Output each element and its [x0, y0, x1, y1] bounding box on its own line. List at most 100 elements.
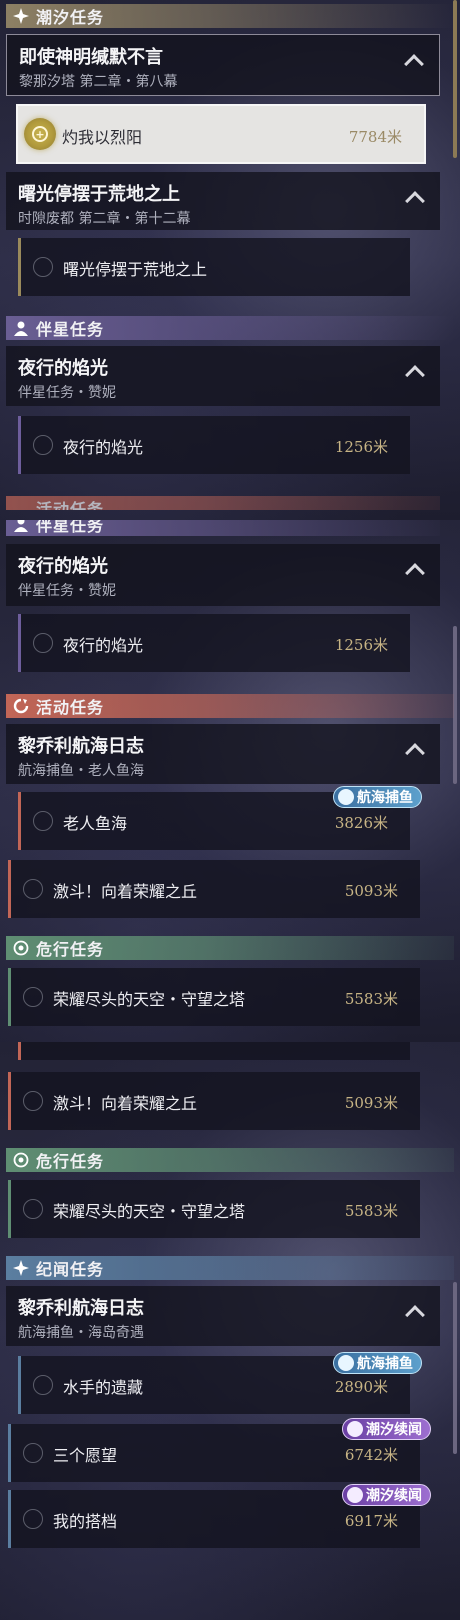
quest-group-subtitle: 伴星任务・赞妮	[18, 385, 116, 401]
tag-label: 潮汐续闻	[366, 1488, 422, 1504]
radio-circle[interactable]	[23, 1443, 43, 1463]
category-tide-quests: 潮汐任务	[6, 4, 454, 28]
quest-group-subtitle: 航海捕鱼・海岛奇遇	[18, 1325, 144, 1341]
quest-item-name: 水手的遗藏	[63, 1378, 144, 1397]
quest-item[interactable]: 激斗！向着荣耀之丘 5093米	[8, 860, 420, 918]
quest-item-name: 荣耀尽头的天空・守望之塔	[53, 990, 246, 1009]
swirl-icon	[12, 499, 30, 510]
fishing-tag: 航海捕鱼	[333, 1352, 422, 1374]
chevron-up-icon[interactable]	[405, 563, 425, 583]
category-label: 伴星任务	[36, 520, 105, 535]
quest-distance: 5583米	[344, 1202, 398, 1220]
quest-distance: 1256米	[334, 438, 388, 456]
quest-item[interactable]: 激斗！向着荣耀之丘 5093米	[8, 1072, 420, 1130]
category-label: 活动任务	[36, 698, 105, 717]
fishing-icon	[338, 1355, 354, 1371]
category-danger-quests: 危行任务	[6, 1148, 454, 1172]
quest-group-header[interactable]: 曙光停摆于荒地之上 时隙废都 第二章・第十二幕	[6, 172, 440, 230]
category-label: 纪闻任务	[36, 1260, 105, 1279]
tide-story-icon	[347, 1421, 363, 1437]
person-icon	[12, 319, 30, 337]
quest-group-header[interactable]: 黎乔利航海日志 航海捕鱼・海岛奇遇	[6, 1286, 440, 1346]
chevron-up-icon[interactable]	[405, 1305, 425, 1325]
radio-circle[interactable]	[33, 811, 53, 831]
quest-item-name: 灼我以烈阳	[62, 128, 143, 147]
chevron-up-icon[interactable]	[404, 54, 424, 74]
radio-circle[interactable]	[23, 1091, 43, 1111]
fishing-tag: 航海捕鱼	[333, 786, 422, 808]
quest-group-subtitle: 航海捕鱼・老人鱼海	[18, 763, 144, 779]
person-icon	[12, 520, 30, 533]
quest-distance: 2890米	[334, 1378, 388, 1396]
sparkle-icon	[12, 1259, 30, 1277]
category-event-quests: 活动任务	[6, 694, 454, 718]
quest-group-title: 黎乔利航海日志	[18, 1298, 144, 1319]
quest-group-subtitle: 黎那汐塔 第二章・第八幕	[19, 74, 178, 90]
quest-item-name: 激斗！向着荣耀之丘	[53, 882, 198, 901]
quest-item-name: 荣耀尽头的天空・守望之塔	[53, 1202, 246, 1221]
quest-item-name: 我的搭档	[53, 1512, 118, 1531]
tide-story-icon	[347, 1487, 363, 1503]
radio-circle[interactable]	[23, 1509, 43, 1529]
tag-label: 航海捕鱼	[357, 1356, 413, 1372]
tag-label: 潮汐续闻	[366, 1422, 422, 1438]
warning-eye-icon	[12, 939, 30, 957]
scrollbar[interactable]	[453, 1282, 457, 1454]
quest-group-title: 夜行的焰光	[18, 556, 108, 577]
quest-group-header[interactable]: 即使神明缄默不言 黎那汐塔 第二章・第八幕	[6, 34, 440, 96]
quest-item[interactable]: 夜行的焰光 1256米	[18, 416, 410, 474]
quest-item[interactable]: 荣耀尽头的天空・守望之塔 5583米	[8, 1180, 420, 1238]
radio-circle[interactable]	[33, 435, 53, 455]
quest-item-name: 曙光停摆于荒地之上	[63, 260, 208, 279]
sparkle-icon	[12, 7, 30, 25]
tag-label: 航海捕鱼	[357, 790, 413, 806]
radio-circle[interactable]	[23, 987, 43, 1007]
category-companion-quests-partial: 伴星任务	[6, 520, 440, 536]
chevron-up-icon[interactable]	[405, 191, 425, 211]
warning-eye-icon	[12, 1151, 30, 1169]
category-label: 潮汐任务	[36, 8, 105, 27]
chevron-up-icon[interactable]	[405, 743, 425, 763]
category-label: 伴星任务	[36, 320, 105, 339]
category-label: 活动任务	[36, 500, 105, 510]
quest-panel-1: 潮汐任务 即使神明缄默不言 黎那汐塔 第二章・第八幕 + 灼我以烈阳 7784米…	[0, 0, 460, 520]
quest-group-title: 曙光停摆于荒地之上	[18, 184, 180, 205]
quest-item-tracked[interactable]: + 灼我以烈阳 7784米	[16, 104, 426, 164]
fishing-icon	[338, 789, 354, 805]
category-danger-quests: 危行任务	[6, 936, 454, 960]
quest-item[interactable]: 夜行的焰光 1256米	[18, 614, 410, 672]
quest-item[interactable]: 曙光停摆于荒地之上	[18, 238, 410, 296]
quest-group-subtitle: 伴星任务・赞妮	[18, 583, 116, 599]
quest-group-header[interactable]: 夜行的焰光 伴星任务・赞妮	[6, 346, 440, 406]
quest-distance: 7784米	[348, 128, 402, 146]
quest-distance: 6917米	[344, 1512, 398, 1530]
quest-group-title: 夜行的焰光	[18, 358, 108, 379]
quest-item-name: 老人鱼海	[63, 814, 128, 833]
quest-distance: 5583米	[344, 990, 398, 1008]
radio-circle[interactable]	[23, 879, 43, 899]
quest-item-name: 夜行的焰光	[63, 636, 144, 655]
radio-circle[interactable]	[33, 1375, 53, 1395]
quest-distance: 6742米	[344, 1446, 398, 1464]
category-label: 危行任务	[36, 940, 105, 959]
tide-story-tag: 潮汐续闻	[342, 1418, 431, 1440]
chevron-up-icon[interactable]	[405, 365, 425, 385]
quest-item-partial[interactable]	[18, 1042, 410, 1060]
radio-circle[interactable]	[23, 1199, 43, 1219]
tide-story-tag: 潮汐续闻	[342, 1484, 431, 1506]
quest-item[interactable]: 荣耀尽头的天空・守望之塔 5583米	[8, 968, 420, 1026]
category-header: 伴星任务	[6, 520, 440, 536]
radio-circle[interactable]	[33, 633, 53, 653]
quest-item-name: 激斗！向着荣耀之丘	[53, 1094, 198, 1113]
radio-circle[interactable]	[33, 257, 53, 277]
category-event-quests-partial: 活动任务	[6, 496, 440, 510]
track-target-icon[interactable]: +	[24, 118, 56, 150]
swirl-icon	[12, 697, 30, 715]
quest-distance: 5093米	[344, 1094, 398, 1112]
quest-distance: 3826米	[334, 814, 388, 832]
quest-group-header[interactable]: 黎乔利航海日志 航海捕鱼・老人鱼海	[6, 724, 440, 784]
category-companion-quests: 伴星任务	[6, 316, 454, 340]
quest-group-header[interactable]: 夜行的焰光 伴星任务・赞妮	[6, 544, 440, 606]
quest-group-title: 即使神明缄默不言	[19, 47, 163, 68]
category-lore-quests: 纪闻任务	[6, 1256, 454, 1280]
